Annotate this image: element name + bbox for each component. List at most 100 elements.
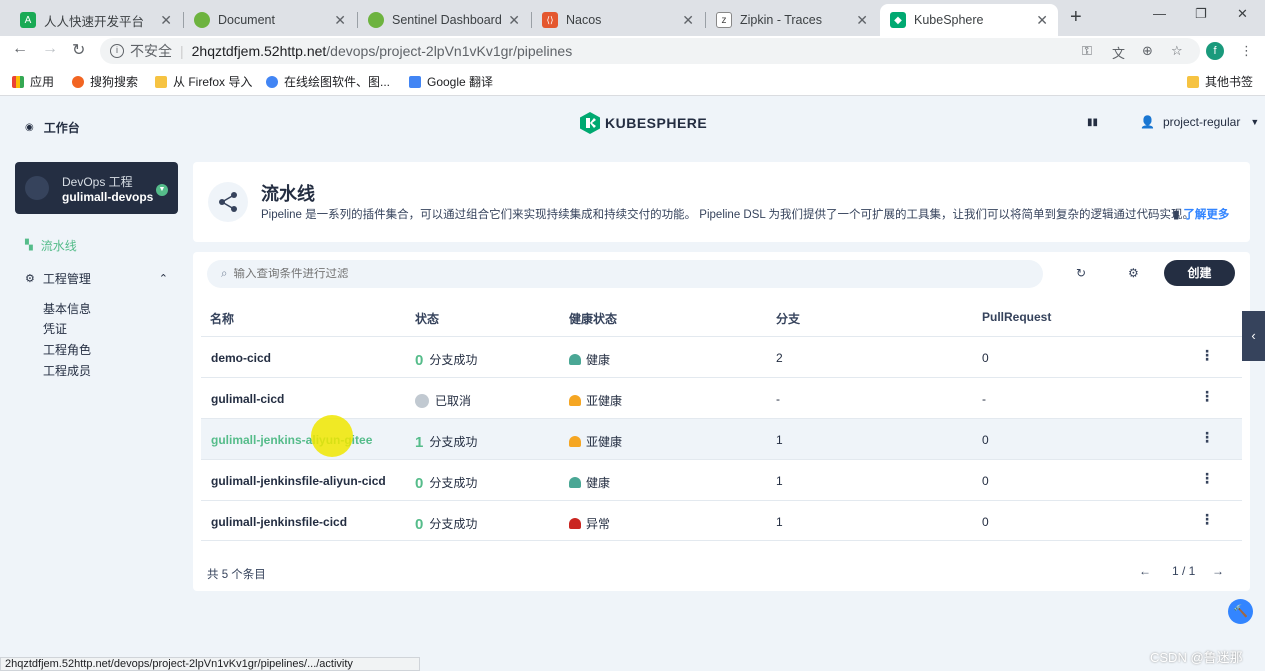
user-menu[interactable]: 👤 project-regular ▼	[1140, 115, 1259, 129]
browser-tab-document[interactable]: Document ✕	[184, 4, 356, 36]
key-icon[interactable]: ⚿	[1082, 43, 1092, 59]
browser-tab-renren[interactable]: A 人人快速开发平台 ✕	[10, 4, 182, 36]
workbench-link[interactable]: ◉ 工作台	[25, 119, 80, 136]
column-header-pullrequest[interactable]: PullRequest	[982, 310, 1051, 324]
pipeline-name-link[interactable]: gulimall-jenkinsfile-aliyun-cicd	[211, 474, 386, 488]
refresh-icon[interactable]: ↻	[1076, 266, 1086, 280]
pipeline-name-link[interactable]: demo-cicd	[211, 351, 271, 365]
minimize-window-icon[interactable]: —	[1153, 6, 1166, 21]
profile-avatar[interactable]: f	[1206, 42, 1224, 60]
new-tab-icon[interactable]: +	[1070, 6, 1082, 29]
browser-menu-icon[interactable]: ⋮	[1240, 43, 1253, 59]
branch-count: 2	[776, 351, 783, 365]
health-status: 健康	[569, 351, 610, 368]
health-status: 异常	[569, 515, 610, 532]
heart-icon	[569, 395, 581, 406]
more-actions-icon[interactable]: ⋮	[1200, 347, 1214, 364]
table-row[interactable]: gulimall-jenkinsfile-cicd 0 分支成功 异常 1 0 ⋮	[201, 500, 1242, 541]
broken-heart-icon	[569, 518, 581, 529]
nacos-favicon-icon: ⟨⟩	[542, 12, 558, 28]
pipeline-name-link[interactable]: gulimall-cicd	[211, 392, 284, 406]
learn-more-link[interactable]: ▮ 了解更多	[1173, 206, 1229, 222]
kubesphere-logo[interactable]: KUBESPHERE	[580, 112, 707, 134]
bookmark-firefox-import[interactable]: 从 Firefox 导入	[155, 73, 252, 90]
pipeline-status: 已取消	[415, 392, 471, 409]
prev-page-icon[interactable]: ←	[1139, 564, 1151, 578]
forward-arrow-icon[interactable]: →	[42, 40, 58, 58]
restore-window-icon[interactable]: ❐	[1195, 6, 1207, 22]
heart-icon	[569, 354, 581, 365]
pipeline-list: ⌕ ↻ ⚙ 创建 名称 状态 健康状态 分支 PullRequest demo-…	[193, 252, 1250, 591]
sidebar-item-members[interactable]: 工程成员	[43, 362, 91, 379]
zoom-icon[interactable]: ⊕	[1142, 43, 1153, 59]
bookmark-drawing[interactable]: 在线绘图软件、图...	[266, 73, 390, 90]
collapse-panel-icon[interactable]: ‹	[1242, 311, 1265, 361]
docs-icon[interactable]: ▮▮	[1087, 117, 1098, 128]
page-indicator: 1 / 1	[1172, 564, 1196, 578]
pipeline-header-icon	[208, 182, 248, 222]
more-actions-icon[interactable]: ⋮	[1200, 388, 1214, 405]
browser-tab-sentinel[interactable]: Sentinel Dashboard ✕	[358, 4, 530, 36]
pipeline-icon: ▚	[25, 240, 33, 251]
close-tab-icon[interactable]: ✕	[856, 12, 868, 29]
table-row[interactable]: gulimall-jenkins-aliyun-gitee 1 分支成功 亚健康 …	[201, 418, 1242, 459]
sidebar-item-management[interactable]: ⚙ 工程管理 ⌃	[25, 270, 168, 287]
kubesphere-favicon-icon: ◆	[890, 12, 906, 28]
page-header: 流水线 Pipeline 是一系列的插件集合，可以通过组合它们来实现持续集成和持…	[193, 162, 1250, 242]
bookmark-apps[interactable]: 应用	[12, 73, 54, 90]
table-header: 名称 状态 健康状态 分支 PullRequest	[201, 298, 1242, 336]
help-hammer-icon[interactable]: 🔨	[1228, 599, 1253, 624]
translate-icon[interactable]: 文	[1112, 43, 1125, 62]
bookmark-star-icon[interactable]: ☆	[1171, 43, 1183, 59]
search-input[interactable]	[233, 268, 934, 280]
sidebar-item-pipelines[interactable]: ▚ 流水线	[25, 237, 77, 254]
renren-favicon-icon: A	[20, 12, 36, 28]
project-dropdown-icon[interactable]: ▼	[156, 184, 168, 196]
sidebar-item-roles[interactable]: 工程角色	[43, 341, 91, 358]
table-row[interactable]: demo-cicd 0 分支成功 健康 2 0 ⋮	[201, 336, 1242, 377]
url-input[interactable]: i 不安全 | 2hqztdfjem.52http.net/devops/pro…	[100, 38, 1200, 64]
close-window-icon[interactable]: ✕	[1237, 6, 1248, 22]
sogou-icon	[72, 75, 84, 88]
table-row[interactable]: gulimall-cicd 已取消 亚健康 - - ⋮	[201, 377, 1242, 418]
next-page-icon[interactable]: →	[1212, 564, 1224, 578]
branch-count: 1	[776, 433, 783, 447]
column-header-name[interactable]: 名称	[210, 310, 234, 327]
settings-gear-icon[interactable]: ⚙	[1128, 266, 1139, 280]
more-actions-icon[interactable]: ⋮	[1200, 511, 1214, 528]
workbench-icon: ◉	[25, 122, 34, 133]
sidebar-item-credentials[interactable]: 凭证	[43, 320, 67, 337]
column-header-status[interactable]: 状态	[415, 310, 439, 327]
bookmark-sogou[interactable]: 搜狗搜索	[72, 73, 138, 90]
pipeline-status: 0 分支成功	[415, 475, 478, 492]
browser-tab-nacos[interactable]: ⟨⟩ Nacos ✕	[532, 4, 704, 36]
close-tab-icon[interactable]: ✕	[682, 12, 694, 29]
info-icon[interactable]: i	[110, 44, 124, 58]
close-tab-icon[interactable]: ✕	[508, 12, 520, 29]
sidebar-item-basic-info[interactable]: 基本信息	[43, 300, 91, 317]
more-actions-icon[interactable]: ⋮	[1200, 470, 1214, 487]
pr-count: -	[982, 392, 986, 406]
close-tab-icon[interactable]: ✕	[1036, 12, 1048, 29]
close-tab-icon[interactable]: ✕	[334, 12, 346, 29]
close-tab-icon[interactable]: ✕	[160, 12, 172, 29]
chevron-up-icon: ⌃	[158, 273, 168, 285]
reload-icon[interactable]: ↻	[72, 40, 85, 60]
pipeline-name-link[interactable]: gulimall-jenkinsfile-cicd	[211, 515, 347, 529]
apps-grid-icon	[12, 75, 24, 88]
bookmark-google-translate[interactable]: Google 翻译	[409, 73, 493, 90]
column-header-branch[interactable]: 分支	[776, 310, 800, 327]
page-description: Pipeline 是一系列的插件集合，可以通过组合它们来实现持续集成和持续交付的…	[261, 209, 1195, 221]
column-header-health[interactable]: 健康状态	[569, 310, 617, 327]
table-row[interactable]: gulimall-jenkinsfile-aliyun-cicd 0 分支成功 健…	[201, 459, 1242, 500]
project-icon	[25, 176, 49, 200]
browser-tab-zipkin[interactable]: z Zipkin - Traces ✕	[706, 4, 878, 36]
back-arrow-icon[interactable]: ←	[12, 40, 28, 58]
project-name: gulimall-devops	[62, 190, 154, 204]
more-actions-icon[interactable]: ⋮	[1200, 429, 1214, 446]
search-bar[interactable]: ⌕	[207, 260, 1043, 288]
bookmark-other[interactable]: 其他书签	[1187, 73, 1253, 90]
browser-tab-kubesphere[interactable]: ◆ KubeSphere ✕	[880, 4, 1058, 36]
create-button[interactable]: 创建	[1164, 260, 1235, 286]
project-selector[interactable]: DevOps 工程 gulimall-devops ▼	[15, 162, 178, 214]
